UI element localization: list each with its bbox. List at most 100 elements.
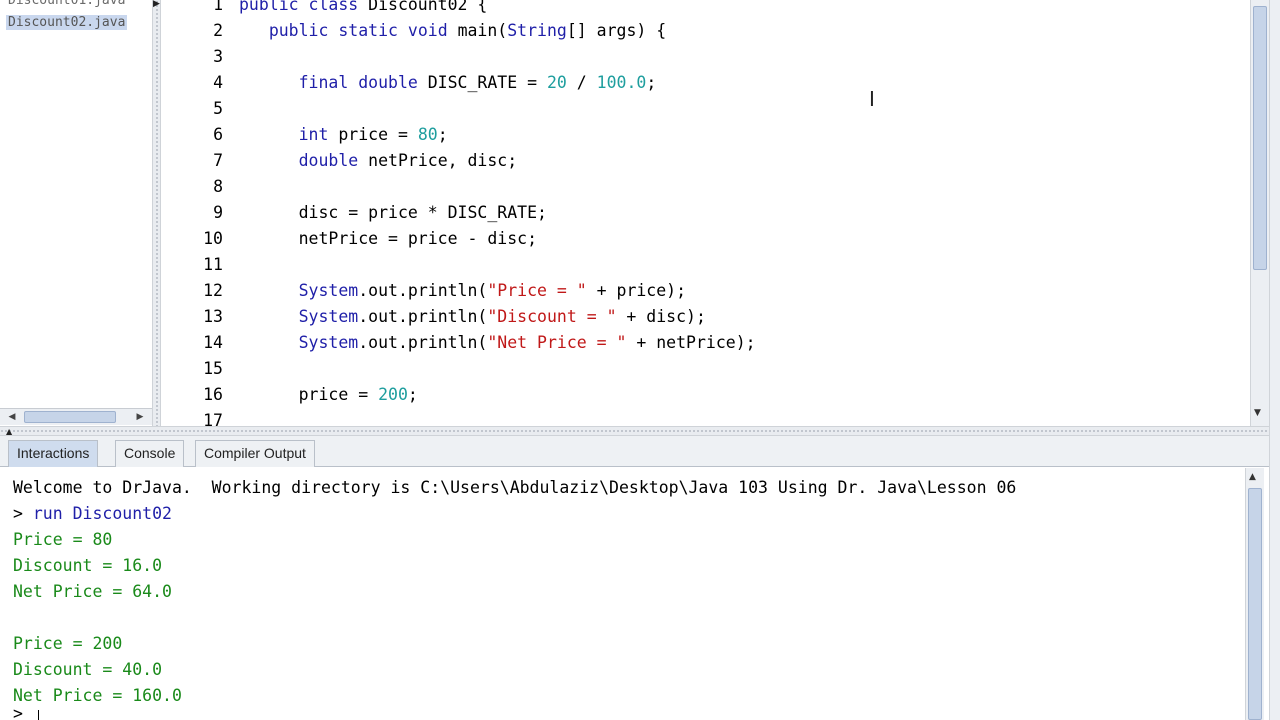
code-text: System.out.println("Price = " + price); (239, 278, 686, 304)
code-token: DISC_RATE = (427, 73, 547, 92)
tab-interactions[interactable]: Interactions (8, 440, 99, 467)
code-token: System (298, 281, 359, 300)
code-line[interactable]: 15 (161, 356, 1250, 382)
code-line[interactable]: 16 price = 200; (161, 382, 1250, 408)
code-text: int price = 80; (239, 122, 448, 148)
code-token: .out.println( (358, 307, 488, 326)
scroll-up-icon[interactable]: ▲ (1249, 472, 1256, 482)
line-number: 12 (203, 281, 223, 300)
code-token: final double (298, 73, 428, 92)
code-token: netPrice = price - disc; (239, 229, 538, 248)
code-line[interactable]: 7 double netPrice, disc; (161, 148, 1250, 174)
line-number: 6 (213, 125, 223, 144)
tab-console[interactable]: Console (115, 440, 185, 467)
tab-compiler-output[interactable]: Compiler Output (195, 440, 315, 467)
code-line[interactable]: 8 (161, 174, 1250, 200)
code-token: double (298, 151, 369, 170)
code-editor[interactable]: 1 public class Discount02 {2 public stati… (161, 0, 1250, 426)
code-line[interactable]: 14 System.out.println("Net Price = " + n… (161, 330, 1250, 356)
code-text: price = 200; (239, 382, 418, 408)
code-text: System.out.println("Net Price = " + netP… (239, 330, 756, 356)
code-token: 200 (378, 385, 408, 404)
code-line[interactable]: 17 (161, 408, 1250, 426)
line-number: 13 (203, 307, 223, 326)
code-token: public static void (268, 21, 458, 40)
splitter-grip (155, 0, 159, 428)
horizontal-splitter[interactable]: ▲▼ (0, 426, 1280, 445)
code-token: System (298, 333, 359, 352)
code-text: double netPrice, disc; (239, 148, 518, 174)
code-token: .out.println( (358, 333, 488, 352)
code-token: 20 (546, 73, 567, 92)
collapse-right-icon[interactable]: ▶ (153, 0, 160, 9)
line-number: 5 (213, 99, 223, 118)
code-token: netPrice, disc; (368, 151, 518, 170)
code-line[interactable]: 3 (161, 44, 1250, 70)
splitter-grip (0, 429, 1270, 434)
line-number: 1 (213, 0, 223, 14)
line-number: 8 (213, 177, 223, 196)
code-token: ; (437, 125, 448, 144)
code-token: int (298, 125, 339, 144)
code-line[interactable]: 1 public class Discount02 { (161, 0, 1250, 18)
line-number: 4 (213, 73, 223, 92)
file-list[interactable]: Discount01.java Discount02.java (0, 0, 152, 408)
run-command: run Discount02 (32, 504, 172, 523)
code-token: "Net Price = " (487, 333, 627, 352)
editor-scroll-thumb[interactable] (1253, 6, 1267, 270)
text-caret (38, 710, 39, 720)
output-line: Net Price = 64.0 (13, 582, 172, 601)
code-token: price = (239, 385, 379, 404)
code-text: netPrice = price - disc; (239, 226, 537, 252)
file-item-discount02[interactable]: Discount02.java (6, 15, 128, 30)
code-token: + price); (586, 281, 687, 300)
code-text: public class Discount02 { (239, 0, 487, 18)
code-token: 100.0 (596, 73, 647, 92)
code-line[interactable]: 4 final double DISC_RATE = 20 / 100.0; (161, 70, 1250, 96)
code-line[interactable]: 5 (161, 96, 1250, 122)
line-number: 10 (203, 229, 223, 248)
scroll-down-icon[interactable]: ▼ (1254, 408, 1261, 418)
code-token: [] args) { (566, 21, 667, 40)
file-list-scroll-thumb[interactable] (24, 411, 116, 423)
scroll-right-icon[interactable]: ▶ (132, 409, 148, 425)
code-line[interactable]: 9 disc = price * DISC_RATE; (161, 200, 1250, 226)
welcome-message: Welcome to DrJava. Working directory is … (13, 478, 1017, 497)
code-line[interactable]: 10 netPrice = price - disc; (161, 226, 1250, 252)
run-command-line: > run Discount02 (13, 501, 172, 527)
line-number: 3 (213, 47, 223, 66)
output-line: Discount = 16.0 (13, 556, 163, 575)
window-right-edge (1269, 0, 1280, 720)
code-text: final double DISC_RATE = 20 / 100.0; (239, 70, 657, 96)
vertical-splitter[interactable]: ▶ (152, 0, 161, 428)
line-number: 11 (203, 255, 223, 274)
code-token: "Price = " (487, 281, 587, 300)
code-token: / (566, 73, 597, 92)
code-line[interactable]: 11 (161, 252, 1250, 278)
scroll-left-icon[interactable]: ◀ (4, 409, 20, 425)
code-token: + disc); (616, 307, 706, 326)
code-token: .out.println( (358, 281, 488, 300)
interactions-vertical-scrollbar[interactable]: ▲ (1245, 468, 1264, 720)
editor-vertical-scrollbar[interactable]: ▼ (1250, 0, 1269, 426)
code-line[interactable]: 2 public static void main(String[] args)… (161, 18, 1250, 44)
file-item-discount01[interactable]: Discount01.java (8, 0, 125, 8)
interactions-scroll-thumb[interactable] (1248, 488, 1262, 720)
line-number: 2 (213, 21, 223, 40)
code-line[interactable]: 6 int price = 80; (161, 122, 1250, 148)
code-token: "Discount = " (487, 307, 617, 326)
line-number: 17 (203, 411, 223, 426)
code-token: ; (646, 73, 657, 92)
file-list-horizontal-scrollbar[interactable]: ◀ ▶ (0, 408, 152, 425)
code-line[interactable]: 13 System.out.println("Discount = " + di… (161, 304, 1250, 330)
interactions-pane[interactable]: Welcome to DrJava. Working directory is … (0, 468, 1245, 720)
prompt-symbol: > (13, 504, 33, 523)
bottom-tab-bar: Interactions Console Compiler Output (0, 436, 1280, 467)
code-token: ; (407, 385, 418, 404)
code-line[interactable]: 12 System.out.println("Price = " + price… (161, 278, 1250, 304)
